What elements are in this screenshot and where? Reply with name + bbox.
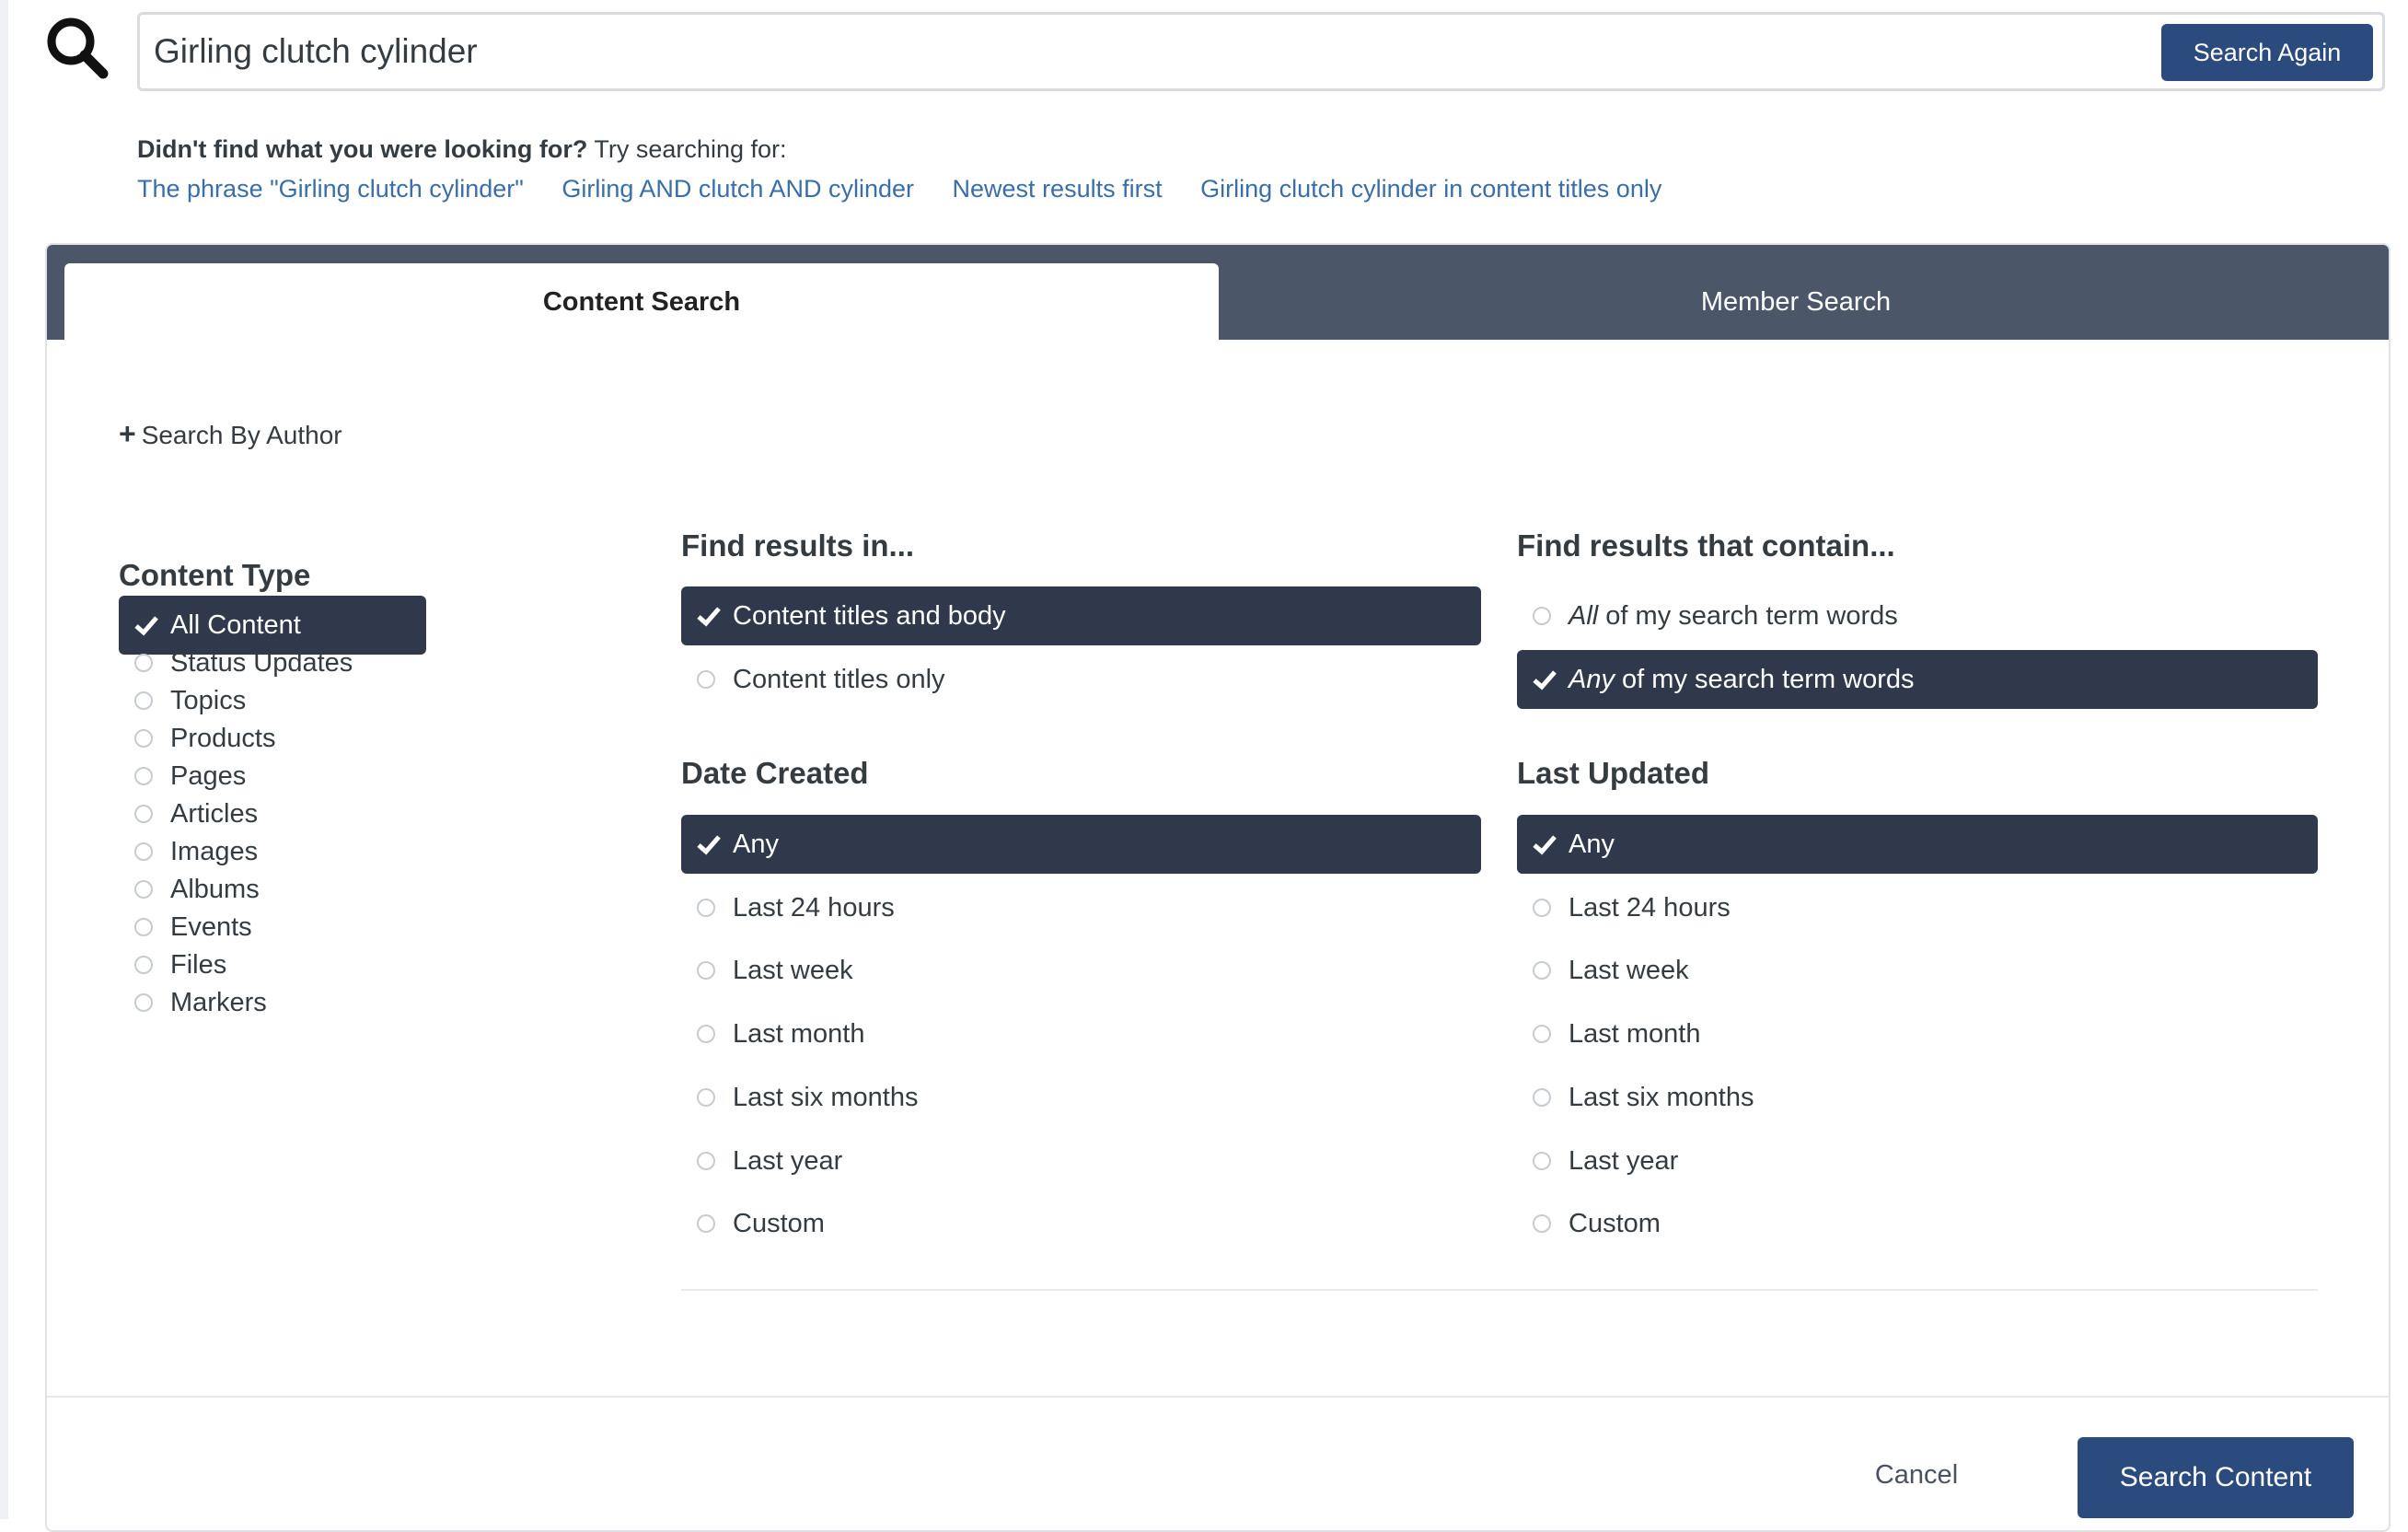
radio-circle-icon [134, 691, 153, 710]
option-label: Last month [733, 1019, 865, 1049]
date-created-option-week[interactable]: Last week [681, 941, 1481, 1000]
option-label: Any [1569, 830, 1615, 859]
checkmark-icon [1533, 835, 1557, 855]
radio-circle-icon [1533, 1088, 1551, 1107]
radio-circle-icon [1533, 961, 1551, 980]
last-updated-option-year[interactable]: Last year [1517, 1132, 2318, 1190]
tab-bar: Content Search Member Search [47, 245, 2389, 340]
content-type-option-markers[interactable]: Markers [119, 973, 426, 1032]
footer-divider [47, 1396, 2389, 1398]
option-label: Any of my search term words [1569, 650, 1915, 709]
last-updated-option-any[interactable]: Any [1517, 815, 2318, 874]
radio-circle-icon [697, 961, 715, 980]
last-updated-heading: Last Updated [1517, 756, 1710, 790]
radio-circle-icon [697, 1152, 715, 1170]
search-input[interactable] [154, 15, 2151, 88]
suggestion-link-phrase[interactable]: The phrase "Girling clutch cylinder" [137, 175, 524, 203]
option-label: Markers [170, 988, 267, 1017]
option-label: Content titles and body [733, 601, 1006, 631]
search-by-author-toggle[interactable]: + Search By Author [119, 417, 342, 451]
radio-circle-icon [697, 1088, 715, 1107]
radio-circle-icon [697, 1214, 715, 1233]
contain-option-any-words[interactable]: Any of my search term words [1517, 650, 2318, 709]
radio-circle-icon [134, 842, 153, 861]
radio-circle-icon [134, 729, 153, 748]
option-label: Last week [733, 956, 853, 985]
option-label: Last 24 hours [1569, 893, 1731, 923]
find-results-contain-heading: Find results that contain... [1517, 528, 1895, 563]
option-label: Custom [1569, 1209, 1661, 1238]
option-label: Custom [733, 1209, 825, 1238]
search-again-button[interactable]: Search Again [2161, 24, 2373, 81]
date-created-option-six-months[interactable]: Last six months [681, 1068, 1481, 1127]
search-content-button[interactable]: Search Content [2078, 1437, 2354, 1518]
option-label-rest: of my search term words [1598, 601, 1898, 631]
radio-circle-icon [1533, 607, 1551, 625]
last-updated-option-custom[interactable]: Custom [1517, 1194, 2318, 1253]
option-label: All of my search term words [1569, 586, 1898, 645]
option-label: Any [733, 830, 779, 859]
date-created-option-month[interactable]: Last month [681, 1004, 1481, 1063]
find-in-option-titles-and-body[interactable]: Content titles and body [681, 586, 1481, 645]
option-label: Last six months [1569, 1083, 1754, 1112]
suggestion-links: The phrase "Girling clutch cylinder" Gir… [137, 175, 1693, 203]
suggestions-heading: Didn't find what you were looking for? T… [137, 135, 787, 164]
radio-circle-icon [697, 899, 715, 917]
tab-member-search[interactable]: Member Search [1219, 263, 2373, 340]
left-edge-strip [0, 0, 8, 1519]
suggestions-heading-bold: Didn't find what you were looking for? [137, 135, 588, 163]
option-label: Last year [1569, 1146, 1679, 1176]
search-bar: Search Again [137, 12, 2385, 91]
checkmark-icon [697, 607, 721, 627]
date-created-heading: Date Created [681, 756, 869, 790]
radio-circle-icon [134, 805, 153, 823]
suggestion-link-titles-only[interactable]: Girling clutch cylinder in content title… [1200, 175, 1661, 203]
last-updated-option-month[interactable]: Last month [1517, 1004, 2318, 1063]
radio-circle-icon [134, 956, 153, 974]
tab-content-search[interactable]: Content Search [64, 263, 1219, 340]
option-label-em: All [1569, 601, 1599, 631]
option-label: Last month [1569, 1019, 1701, 1049]
last-updated-option-24-hours[interactable]: Last 24 hours [1517, 878, 2318, 937]
option-label-rest: of my search term words [1614, 665, 1915, 694]
content-type-heading: Content Type [119, 558, 311, 592]
radio-circle-icon [1533, 1025, 1551, 1043]
option-label-em: Any [1569, 665, 1615, 694]
radio-circle-icon [134, 767, 153, 785]
last-updated-option-week[interactable]: Last week [1517, 941, 2318, 1000]
option-label: Last week [1569, 956, 1689, 985]
date-created-option-custom[interactable]: Custom [681, 1194, 1481, 1253]
last-updated-option-six-months[interactable]: Last six months [1517, 1068, 2318, 1127]
plus-icon: + [119, 417, 136, 450]
checkmark-icon [697, 835, 721, 855]
option-label: Last year [733, 1146, 843, 1176]
date-created-option-24-hours[interactable]: Last 24 hours [681, 878, 1481, 937]
radio-circle-icon [134, 918, 153, 936]
suggestion-link-newest[interactable]: Newest results first [953, 175, 1163, 203]
radio-circle-icon [134, 654, 153, 672]
date-created-option-any[interactable]: Any [681, 815, 1481, 874]
suggestions-heading-rest: Try searching for: [587, 135, 787, 163]
find-results-in-heading: Find results in... [681, 528, 915, 563]
radio-circle-icon [134, 993, 153, 1012]
radio-circle-icon [134, 880, 153, 899]
option-label: Content titles only [733, 665, 945, 694]
find-in-option-titles-only[interactable]: Content titles only [681, 650, 1481, 709]
checkmark-icon [1533, 670, 1557, 691]
radio-circle-icon [697, 1025, 715, 1043]
search-by-author-label: Search By Author [141, 421, 342, 449]
radio-circle-icon [1533, 899, 1551, 917]
section-divider [681, 1289, 2318, 1291]
radio-circle-icon [1533, 1214, 1551, 1233]
contain-option-all-words[interactable]: All of my search term words [1517, 586, 2318, 645]
option-label: Last 24 hours [733, 893, 895, 923]
suggestion-link-and[interactable]: Girling AND clutch AND cylinder [561, 175, 914, 203]
cancel-button[interactable]: Cancel [1834, 1447, 1999, 1503]
option-label: Last six months [733, 1083, 919, 1112]
search-icon [47, 17, 109, 79]
date-created-option-year[interactable]: Last year [681, 1132, 1481, 1190]
radio-circle-icon [697, 670, 715, 689]
radio-circle-icon [1533, 1152, 1551, 1170]
